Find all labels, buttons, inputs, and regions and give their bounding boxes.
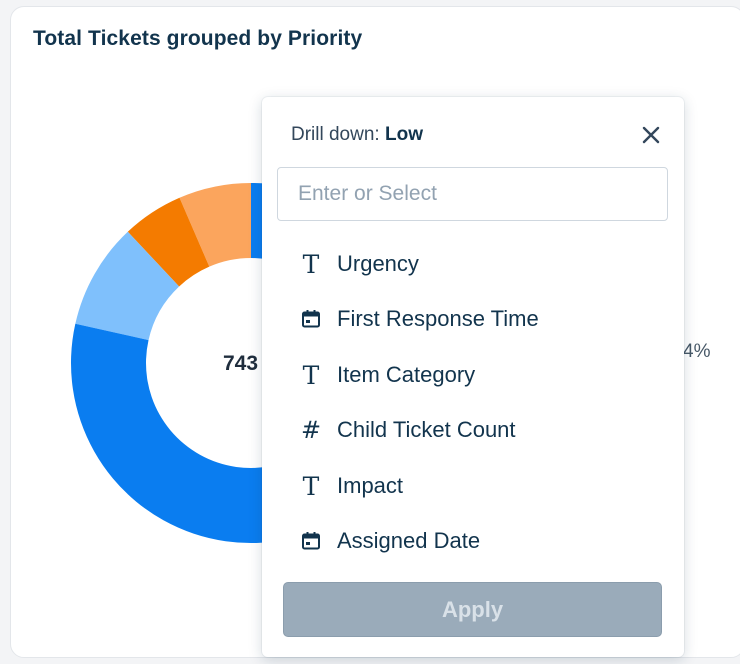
close-button[interactable] xyxy=(639,123,663,147)
text-type-icon: T xyxy=(302,360,320,390)
drill-down-popover: Drill down: Low T Urgency First Response… xyxy=(262,97,684,657)
apply-button[interactable]: Apply xyxy=(283,582,662,637)
close-icon xyxy=(642,126,660,144)
option-first-response-time[interactable]: First Response Time xyxy=(262,296,684,342)
option-label: Item Category xyxy=(337,362,476,387)
option-label: Impact xyxy=(337,473,404,498)
option-label: First Response Time xyxy=(337,306,539,331)
option-label: Urgency xyxy=(337,251,419,276)
text-type-icon: T xyxy=(302,471,320,501)
option-assigned-date[interactable]: Assigned Date xyxy=(262,518,684,564)
number-hash-icon: # xyxy=(300,416,322,444)
slice-percent-label: 4% xyxy=(683,341,711,362)
calendar-icon xyxy=(299,529,323,553)
option-impact[interactable]: T Impact xyxy=(262,463,684,509)
drill-down-value: Low xyxy=(384,124,423,145)
field-search-input[interactable] xyxy=(277,167,668,221)
option-urgency[interactable]: T Urgency xyxy=(262,241,684,287)
drill-down-prefix: Drill down: xyxy=(291,124,380,145)
option-child-ticket-count[interactable]: # Child Ticket Count xyxy=(262,407,684,453)
option-label: Assigned Date xyxy=(337,528,481,553)
donut-center-total: 743 xyxy=(223,352,259,375)
calendar-icon xyxy=(299,307,323,331)
text-type-icon: T xyxy=(302,249,320,279)
option-label: Child Ticket Count xyxy=(337,417,516,442)
drill-down-header: Drill down: Low xyxy=(291,124,423,146)
option-item-category[interactable]: T Item Category xyxy=(262,352,684,398)
